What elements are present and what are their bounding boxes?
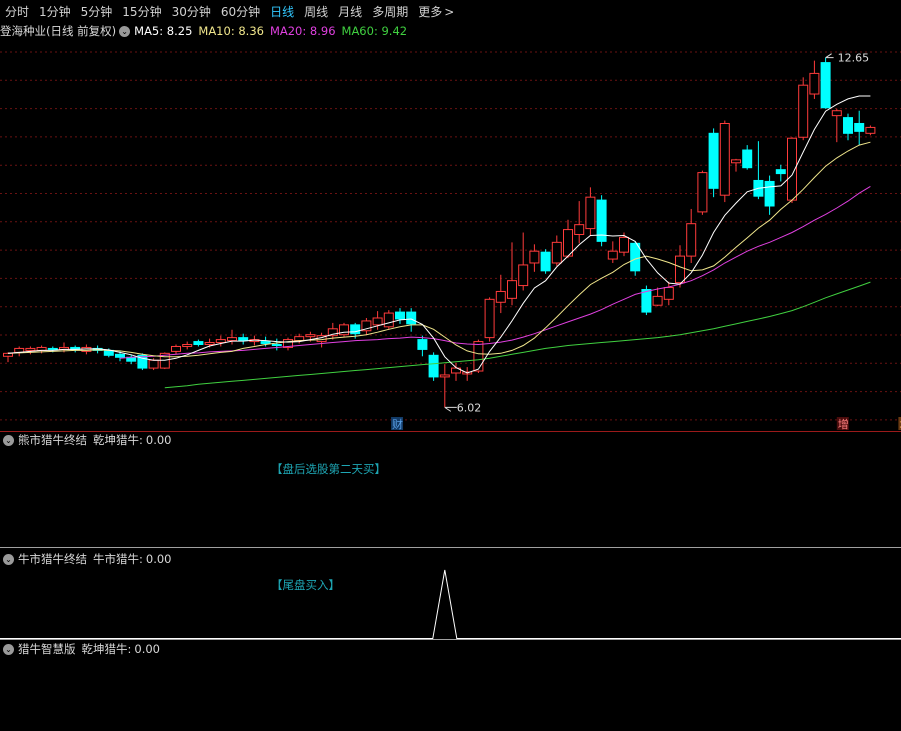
high-arrow [825,53,834,59]
candle-up [607,250,618,260]
panel1-title: 熊市猎牛终结 [18,433,87,447]
candle-down [641,288,652,313]
candle-down [103,349,114,356]
candle-up [171,345,181,352]
candle-up [831,110,842,117]
candle-down [395,311,405,320]
event-marker-text: 财 [392,417,403,431]
candle-up [551,241,562,264]
low-price-label: 6.02 [457,401,482,414]
candle-down [630,242,641,272]
panel1-divider [0,547,901,548]
candle-up [495,290,506,303]
candle-up [585,196,596,230]
stock-chart-canvas: 12.656.02财增增 [0,51,901,639]
candle-up [529,250,540,264]
candle-down [428,354,439,378]
panel1-value: 0.00 [145,433,172,447]
candle-up [383,312,394,328]
panel3-header: ⌄ 猎牛智慧版 乾坤猎牛: 0.00 [0,641,160,657]
candle-down [406,311,417,325]
event-marker-text: 增 [838,417,849,431]
panel1-header: ⌄ 熊市猎牛终结 乾坤猎牛: 0.00 [0,432,171,448]
candle-up [675,255,685,284]
high-price-label: 12.65 [838,52,870,65]
candle-down [742,149,753,169]
chevron-down-icon[interactable]: ⌄ [3,553,14,565]
candle-up [731,159,741,164]
panel2-header: ⌄ 牛市猎牛终结 牛市猎牛: 0.00 [0,551,171,567]
candle-up [3,352,13,357]
candle-down [820,62,831,109]
candle-up [697,172,708,213]
candle-up [563,229,573,257]
candle-down [350,324,361,335]
candle-down [843,117,853,134]
candle-up [227,337,237,342]
candle-up [518,264,529,287]
candle-down [764,180,775,207]
candle-down [260,341,271,345]
panel2-signal-line [0,569,901,639]
candle-up [148,359,159,369]
candle-up [719,122,730,196]
candle-down [708,132,719,189]
chevron-down-icon[interactable]: ⌄ [3,643,14,655]
panel1-note: 【盘后选股第二天买】 [271,462,386,476]
candle-up [484,298,495,339]
candle-up [25,347,36,351]
candle-down [115,353,125,358]
candle-down [540,251,551,272]
panel2-indicator: 牛市猎牛: [93,552,143,566]
panel2-value: 0.00 [145,552,172,566]
candle-down [238,337,249,342]
candle-up [305,334,316,338]
panel1-indicator: 乾坤猎牛: [93,433,143,447]
panel3-title: 猎牛智慧版 [18,642,76,656]
candle-down [775,169,786,175]
candle-up [439,374,450,378]
ma5-line [7,95,871,374]
candle-up [204,342,215,346]
candle-down [854,122,865,132]
candle-up [652,295,663,306]
panel2-divider [0,639,901,640]
candle-down [47,347,58,350]
panel3-indicator: 乾坤猎牛: [81,642,132,656]
ma20-line [119,185,871,359]
candle-up [215,339,226,344]
candle-up [372,317,383,326]
panel2-note: 【尾盘买入】 [271,578,340,592]
ma10-line [7,141,871,358]
candle-up [686,223,697,257]
candle-up [574,224,585,235]
candle-up [473,341,484,372]
candle-up [865,126,876,134]
candle-up [809,72,820,95]
low-arrow [444,406,457,412]
panel3-value: 0.00 [134,642,160,656]
candle-up [507,280,517,299]
candle-up [182,344,193,347]
panel2-title: 牛市猎牛终结 [18,552,87,566]
candle-down [193,341,204,346]
candle-down [271,344,282,347]
candle-down [417,339,428,350]
candle-up [663,287,674,300]
candle-up [619,236,629,253]
chevron-down-icon[interactable]: ⌄ [3,434,14,446]
candle-up [798,84,809,138]
